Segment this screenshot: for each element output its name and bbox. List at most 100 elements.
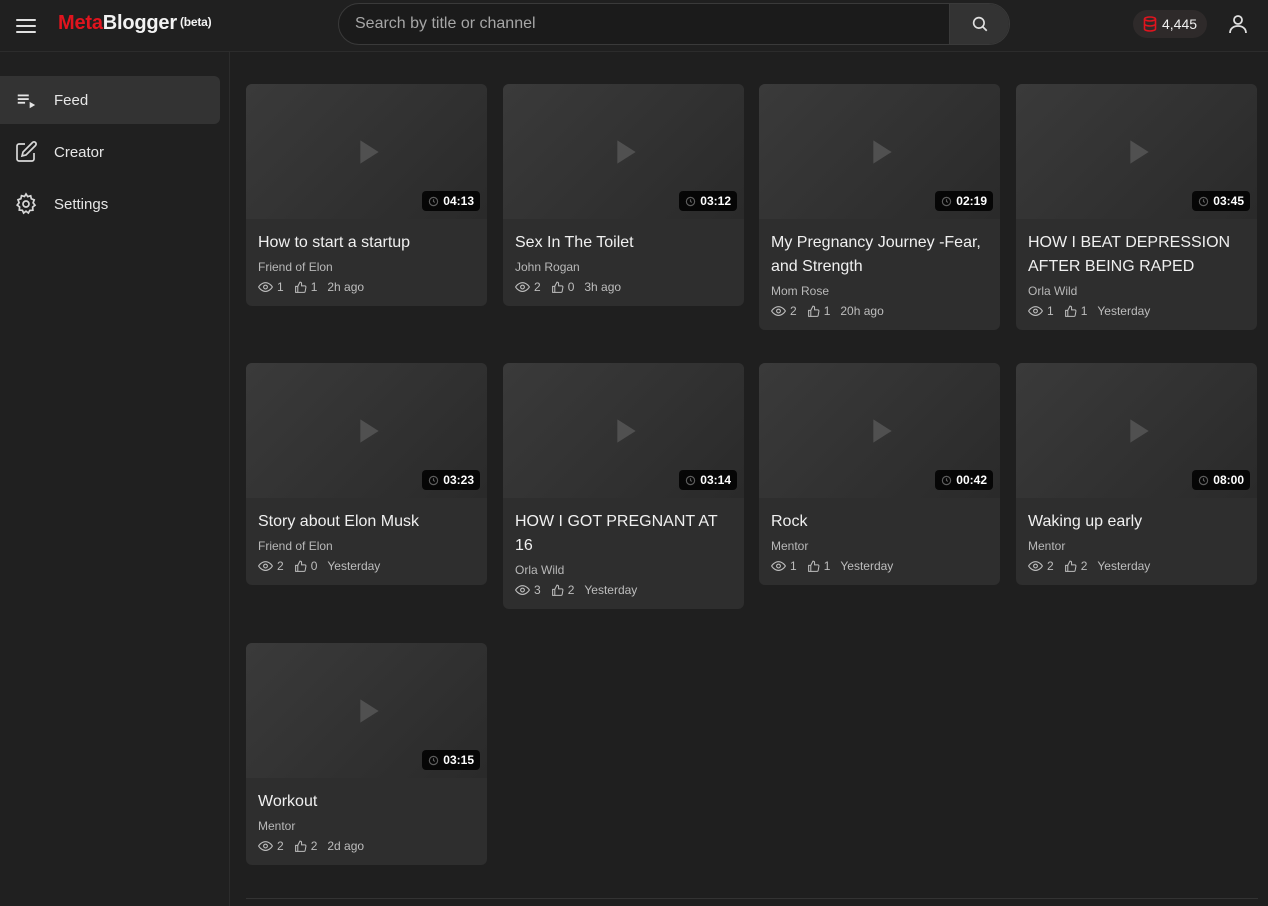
likes-stat[interactable]: 2 <box>1064 559 1088 573</box>
channel-name[interactable]: Friend of Elon <box>258 260 475 274</box>
eye-icon <box>515 282 530 292</box>
views-count: 2 <box>534 280 541 294</box>
sidebar-item-feed[interactable]: Feed <box>0 76 220 124</box>
eye-icon <box>258 282 273 292</box>
channel-name[interactable]: Orla Wild <box>1028 284 1245 298</box>
sidebar-item-label: Feed <box>54 91 89 109</box>
channel-name[interactable]: Mentor <box>771 539 988 553</box>
eye-icon <box>515 585 530 595</box>
sidebar-item-label: Settings <box>54 195 109 213</box>
likes-stat[interactable]: 2 <box>551 583 574 597</box>
edit-icon <box>14 140 38 164</box>
likes-count: 2 <box>310 839 318 853</box>
sidebar-item-creator[interactable]: Creator <box>0 128 220 176</box>
duration-text: 02:19 <box>956 194 987 208</box>
video-title[interactable]: My Pregnancy Journey -Fear, and Strength <box>771 231 988 279</box>
video-thumbnail[interactable]: 00:42 <box>759 363 1000 498</box>
video-card[interactable]: 02:19 My Pregnancy Journey -Fear, and St… <box>759 84 1000 330</box>
video-stats: 2 0 3h ago <box>515 280 732 294</box>
duration-text: 03:12 <box>700 194 731 208</box>
likes-stat[interactable]: 0 <box>294 559 318 573</box>
video-stats: 2 2 2d ago <box>258 839 475 853</box>
card-body: Story about Elon Musk Friend of Elon 2 0… <box>246 498 487 585</box>
video-thumbnail[interactable]: 08:00 <box>1016 363 1257 498</box>
hamburger-icon[interactable] <box>12 12 40 40</box>
clock-icon <box>1199 196 1209 206</box>
video-title[interactable]: Sex In The Toilet <box>515 231 732 255</box>
video-title[interactable]: Waking up early <box>1028 510 1245 534</box>
video-title[interactable]: Story about Elon Musk <box>258 510 475 534</box>
duration-text: 03:23 <box>443 473 474 487</box>
video-thumbnail[interactable]: 04:13 <box>246 84 487 219</box>
video-thumbnail[interactable]: 03:15 <box>246 643 487 778</box>
card-body: My Pregnancy Journey -Fear, and Strength… <box>759 219 1000 330</box>
credits-badge[interactable]: 4,445 <box>1133 10 1208 38</box>
video-title[interactable]: HOW I BEAT DEPRESSION AFTER BEING RAPED <box>1028 231 1245 279</box>
channel-name[interactable]: Orla Wild <box>515 563 732 577</box>
video-thumbnail[interactable]: 03:23 <box>246 363 487 498</box>
likes-stat[interactable]: 1 <box>1064 304 1087 318</box>
likes-stat[interactable]: 1 <box>807 559 830 573</box>
clock-icon <box>686 475 696 485</box>
search-icon <box>972 16 987 32</box>
channel-name[interactable]: Mentor <box>258 819 475 833</box>
search-button[interactable] <box>949 4 1009 44</box>
video-stats: 1 1 Yesterday <box>1028 304 1245 318</box>
card-body: Sex In The Toilet John Rogan 2 0 3h ago <box>503 219 744 306</box>
video-thumbnail[interactable]: 03:14 <box>503 363 744 498</box>
duration-text: 08:00 <box>1213 473 1244 487</box>
channel-name[interactable]: Mentor <box>1028 539 1245 553</box>
video-thumbnail[interactable]: 03:45 <box>1016 84 1257 219</box>
card-body: Waking up early Mentor 2 2 Yesterday <box>1016 498 1257 585</box>
likes-stat[interactable]: 1 <box>294 280 317 294</box>
video-card[interactable]: 03:12 Sex In The Toilet John Rogan 2 0 3… <box>503 84 744 306</box>
video-title[interactable]: HOW I GOT PREGNANT AT 16 <box>515 510 732 558</box>
duration-badge: 00:42 <box>935 470 993 490</box>
video-card[interactable]: 03:14 HOW I GOT PREGNANT AT 16 Orla Wild… <box>503 363 744 609</box>
views-count: 1 <box>790 559 797 573</box>
divider <box>246 898 1258 899</box>
search-input[interactable] <box>339 4 949 44</box>
database-icon <box>1143 16 1157 32</box>
video-card[interactable]: 04:13 How to start a startup Friend of E… <box>246 84 487 306</box>
video-title[interactable]: Rock <box>771 510 988 534</box>
likes-stat[interactable]: 1 <box>807 304 831 318</box>
video-card[interactable]: 00:42 Rock Mentor 1 1 Yesterday <box>759 363 1000 585</box>
video-card[interactable]: 08:00 Waking up early Mentor 2 2 Yesterd… <box>1016 363 1257 585</box>
channel-name[interactable]: Mom Rose <box>771 284 988 298</box>
card-body: Workout Mentor 2 2 2d ago <box>246 778 487 865</box>
views-count: 1 <box>1047 304 1054 318</box>
logo-meta: Meta <box>58 12 103 34</box>
views-count: 2 <box>790 304 797 318</box>
duration-badge: 08:00 <box>1192 470 1250 490</box>
clock-icon <box>942 196 952 206</box>
sidebar-item-settings[interactable]: Settings <box>0 180 220 228</box>
views-count: 2 <box>1047 559 1054 573</box>
likes-stat[interactable]: 2 <box>294 839 318 853</box>
likes-count: 1 <box>823 304 831 318</box>
video-card[interactable]: 03:45 HOW I BEAT DEPRESSION AFTER BEING … <box>1016 84 1257 330</box>
video-thumbnail[interactable]: 03:12 <box>503 84 744 219</box>
thumb-up-icon <box>807 560 820 572</box>
video-thumbnail[interactable]: 02:19 <box>759 84 1000 219</box>
eye-icon <box>771 561 786 571</box>
video-title[interactable]: Workout <box>258 790 475 814</box>
likes-count: 2 <box>1080 559 1088 573</box>
video-title[interactable]: How to start a startup <box>258 231 475 255</box>
eye-icon <box>258 561 273 571</box>
channel-name[interactable]: John Rogan <box>515 260 732 274</box>
views-count: 2 <box>277 559 284 573</box>
views-count: 3 <box>534 583 541 597</box>
duration-badge: 04:13 <box>422 191 480 211</box>
logo[interactable]: MetaBlogger (beta) <box>58 12 212 35</box>
upload-time: Yesterday <box>327 559 381 573</box>
thumb-up-icon <box>1064 560 1077 572</box>
video-stats: 3 2 Yesterday <box>515 583 732 597</box>
user-button[interactable] <box>1226 12 1250 36</box>
likes-count: 0 <box>310 559 318 573</box>
video-card[interactable]: 03:23 Story about Elon Musk Friend of El… <box>246 363 487 585</box>
likes-stat[interactable]: 0 <box>551 280 574 294</box>
duration-badge: 03:15 <box>422 750 480 770</box>
video-card[interactable]: 03:15 Workout Mentor 2 2 2d ago <box>246 643 487 865</box>
channel-name[interactable]: Friend of Elon <box>258 539 475 553</box>
